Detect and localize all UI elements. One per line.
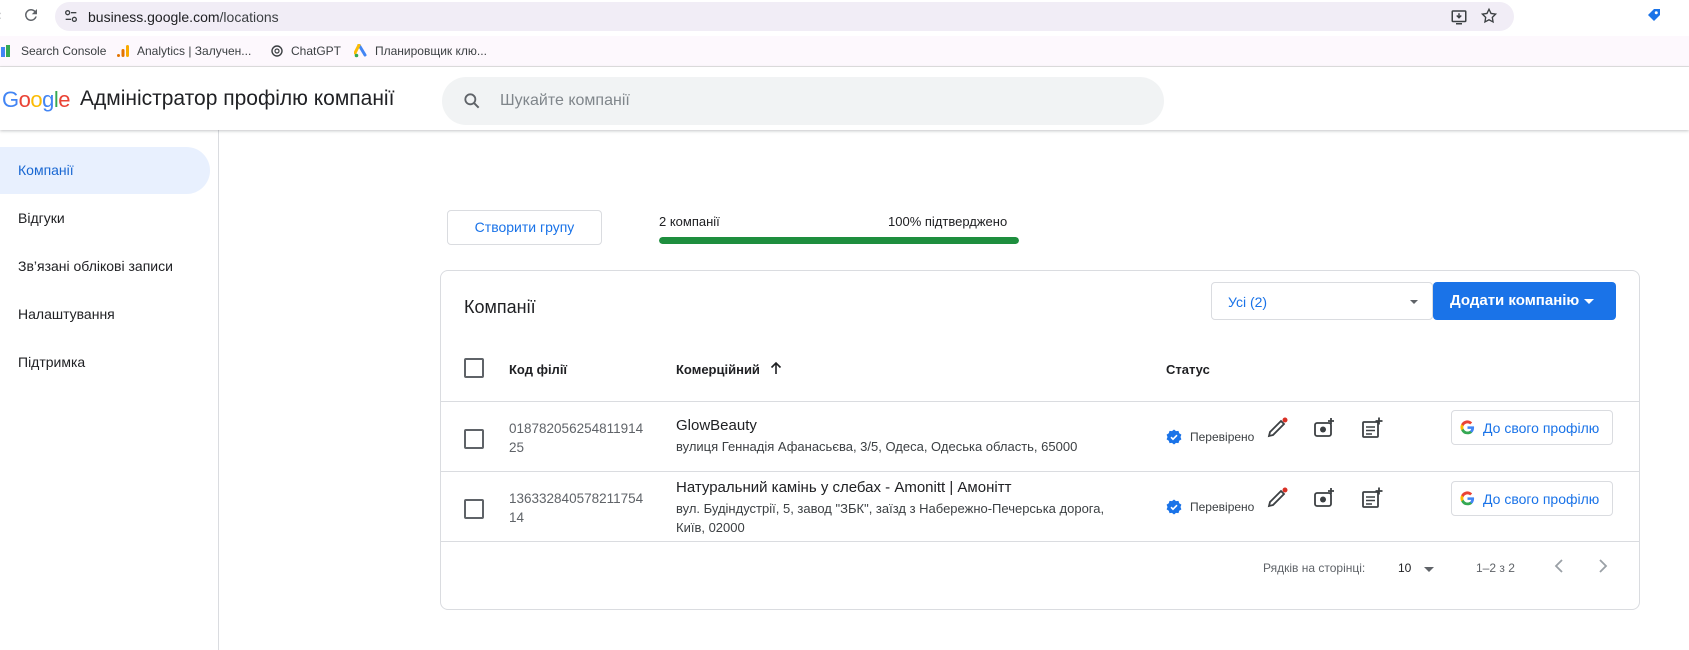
row-divider [441, 471, 1639, 472]
chatgpt-icon [271, 45, 283, 57]
add-photo-icon[interactable] [1313, 487, 1335, 509]
bookmark-label: ChatGPT [291, 44, 342, 58]
column-header-name[interactable]: Комерційний [676, 362, 760, 377]
row-checkbox[interactable] [464, 499, 484, 519]
bookmark-chatgpt[interactable]: ChatGPT [270, 43, 341, 59]
app-header: Google Адміністратор профілю компанії [0, 67, 1689, 130]
sort-ascending-icon[interactable] [769, 360, 783, 376]
business-address: вул. Будіндустрії, 5, завод "ЗБК", заїзд… [676, 501, 1105, 535]
logo-letter: o [30, 87, 43, 112]
app-title: Адміністратор профілю компанії [80, 87, 395, 110]
sidebar-item-companies[interactable]: Компанії [0, 147, 210, 194]
sidebar: Компанії Відгуки Зв’язані облікові запис… [0, 130, 219, 650]
row-divider [441, 541, 1639, 542]
sidebar-item-support[interactable]: Підтримка [0, 339, 210, 386]
logo-letter: g [42, 87, 54, 112]
bookmarks-bar: Search Console Analytics | Залучен... Ch… [0, 36, 1689, 66]
site-info-icon[interactable] [63, 8, 79, 24]
reload-icon[interactable] [22, 6, 40, 24]
search-console-icon [1, 45, 10, 57]
search-input[interactable] [500, 89, 1100, 113]
companies-card: Компанії Усі (2) Додати компанію Код філ… [440, 270, 1640, 610]
rows-per-page-select[interactable]: 10 [1398, 561, 1411, 575]
row-divider [441, 401, 1639, 402]
extension-icon[interactable] [1645, 6, 1663, 24]
edit-pencil-icon[interactable] [1266, 417, 1288, 439]
verified-icon [1166, 499, 1182, 515]
google-g-icon [1460, 420, 1475, 435]
bookmark-label: Search Console [21, 44, 107, 58]
bookmark-star-icon[interactable] [1480, 7, 1498, 25]
business-address: вулиця Геннадія Афанасьєва, 3/5, Одеса, … [676, 439, 1078, 454]
logo-letter: o [18, 87, 31, 112]
add-post-icon[interactable] [1361, 417, 1383, 439]
search-bar[interactable] [442, 77, 1164, 125]
address-bar[interactable]: business.google.com/locations [55, 2, 1514, 31]
bookmark-label: Планировщик клю... [375, 44, 487, 58]
business-name[interactable]: Натуральний камінь у слебах - Amonitt | … [676, 479, 1011, 496]
open-profile-label: До свого профілю [1483, 420, 1600, 436]
create-group-button[interactable]: Створити групу [447, 210, 602, 245]
browser-toolbar: ‹ business.google.com/locations [0, 0, 1689, 33]
open-profile-label: До свого профілю [1483, 491, 1600, 507]
status-badge: Перевірено [1166, 429, 1254, 445]
business-name[interactable]: GlowBeauty [676, 417, 757, 434]
dropdown-arrow-icon [1410, 300, 1418, 304]
verified-icon [1166, 429, 1182, 445]
filter-value: Усі (2) [1228, 294, 1268, 310]
rows-per-page-label: Рядків на сторінці: [1263, 561, 1366, 575]
search-icon [464, 93, 480, 109]
dropdown-arrow-icon[interactable] [1424, 567, 1434, 572]
verification-progress-fill [659, 237, 1019, 244]
row-checkbox[interactable] [464, 429, 484, 449]
previous-page-icon[interactable] [1549, 555, 1571, 577]
status-badge: Перевірено [1166, 499, 1254, 515]
bookmark-analytics[interactable]: Analytics | Залучен... [116, 43, 251, 59]
verification-progress-bar [659, 237, 1019, 244]
add-company-label: Додати компанію [1450, 292, 1580, 309]
bookmark-keyword-planner[interactable]: Планировщик клю... [354, 43, 487, 59]
sidebar-item-settings[interactable]: Налаштування [0, 291, 210, 338]
select-all-checkbox[interactable] [464, 358, 484, 378]
branch-code: 13633284057821175414 [509, 491, 644, 525]
url-host: business.google.com [88, 9, 220, 25]
add-post-icon[interactable] [1361, 487, 1383, 509]
next-page-icon[interactable] [1591, 555, 1613, 577]
logo-letter: G [2, 87, 19, 112]
pagination-range: 1–2 з 2 [1476, 561, 1515, 575]
sidebar-item-linked-accounts[interactable]: Зв’язані облікові записи [0, 243, 210, 290]
status-text: Перевірено [1190, 500, 1255, 514]
add-company-button[interactable]: Додати компанію [1433, 282, 1616, 320]
bookmark-search-console[interactable]: Search Console [0, 43, 106, 59]
branch-code: 01878205625481191425 [509, 421, 644, 455]
verified-percentage: 100% підтверджено [888, 214, 1008, 229]
column-header-code[interactable]: Код філії [509, 362, 567, 377]
open-profile-button[interactable]: До свого профілю [1451, 410, 1613, 445]
google-g-icon [1460, 491, 1475, 506]
bookmark-label: Analytics | Залучен... [137, 44, 252, 58]
sidebar-item-reviews[interactable]: Відгуки [0, 195, 210, 242]
back-arrow-icon[interactable]: ‹ [0, 8, 8, 24]
edit-pencil-icon[interactable] [1266, 487, 1288, 509]
google-logo[interactable]: Google [2, 87, 71, 113]
url-path: /locations [219, 9, 279, 25]
company-count: 2 компанії [659, 214, 720, 229]
add-photo-icon[interactable] [1313, 417, 1335, 439]
logo-letter: e [58, 87, 71, 112]
google-ads-icon [354, 44, 367, 58]
column-header-status: Статус [1166, 362, 1210, 377]
install-app-icon[interactable] [1450, 8, 1468, 26]
caret-down-icon [1584, 299, 1594, 304]
analytics-icon [117, 45, 129, 57]
url-text: business.google.com/locations [88, 9, 279, 25]
status-text: Перевірено [1190, 430, 1255, 444]
filter-dropdown[interactable]: Усі (2) [1211, 282, 1433, 320]
open-profile-button[interactable]: До свого профілю [1451, 481, 1613, 516]
card-title: Компанії [464, 297, 536, 317]
